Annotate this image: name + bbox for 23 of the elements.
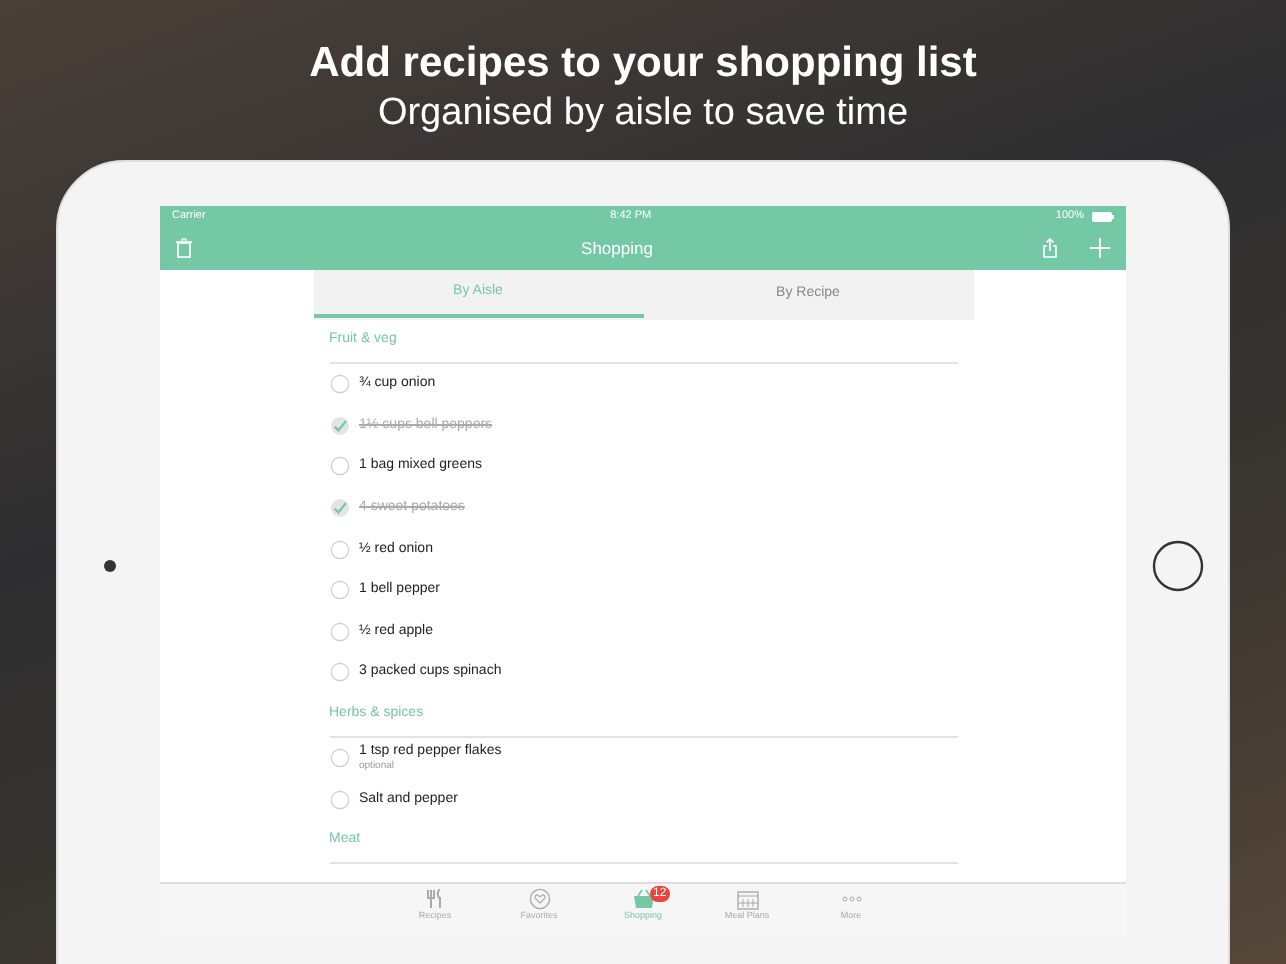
fork-knife-icon — [423, 888, 447, 910]
basket-icon — [631, 888, 655, 910]
checkbox[interactable] — [329, 621, 349, 642]
headline: Add recipes to your shopping list — [307, 38, 979, 90]
heart-icon — [527, 888, 551, 910]
checkbox[interactable] — [329, 789, 349, 810]
calendar-icon — [735, 888, 759, 910]
checkbox[interactable] — [329, 580, 349, 601]
add-icon[interactable] — [1090, 238, 1110, 258]
checkbox[interactable] — [329, 498, 349, 519]
share-icon[interactable] — [1042, 238, 1058, 258]
checkbox[interactable] — [329, 456, 349, 477]
camera-icon — [103, 560, 115, 572]
subheadline: Organised by aisle to save time — [375, 90, 911, 138]
screen-title: Shopping — [579, 235, 655, 261]
checkbox[interactable] — [329, 748, 349, 769]
checkbox[interactable] — [329, 539, 349, 560]
trash-icon[interactable] — [176, 238, 192, 258]
battery-icon — [1092, 211, 1114, 221]
checkbox[interactable] — [329, 415, 349, 436]
home-button-icon[interactable] — [1151, 540, 1203, 592]
checkbox[interactable] — [329, 374, 349, 395]
checkbox[interactable] — [329, 662, 349, 683]
